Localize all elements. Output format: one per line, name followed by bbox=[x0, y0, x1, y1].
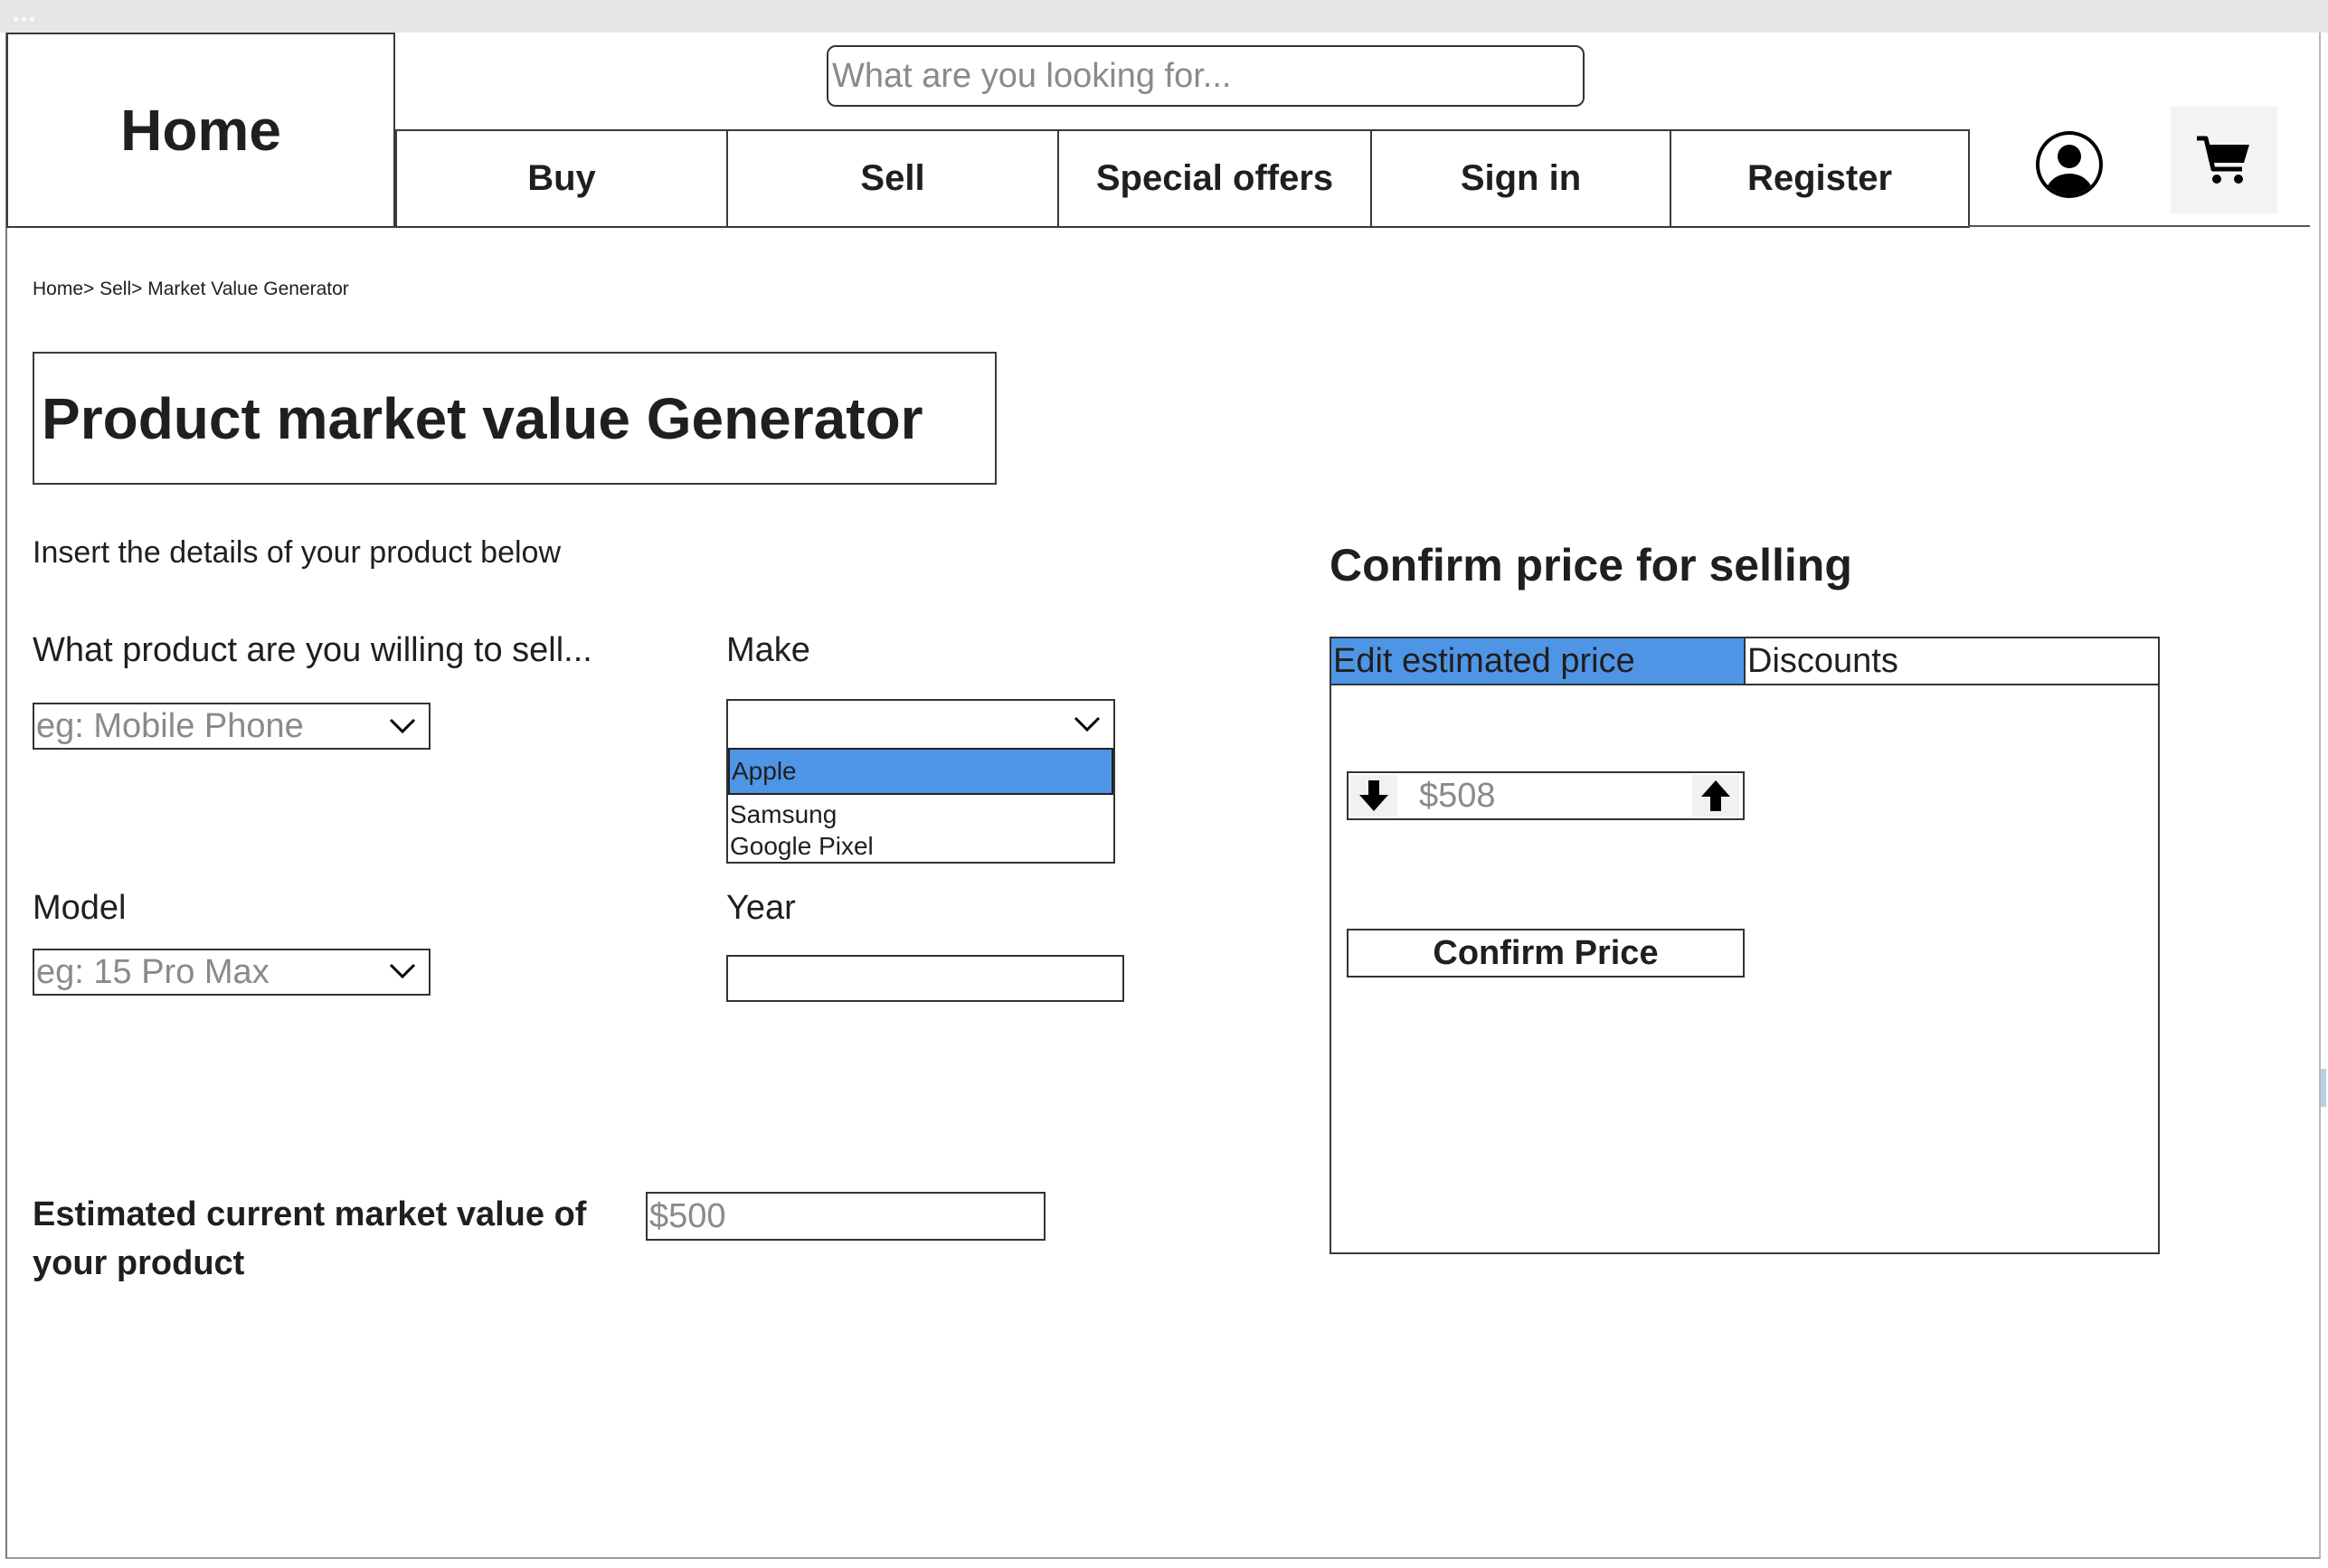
model-select[interactable]: eg: 15 Pro Max bbox=[33, 949, 431, 996]
header-divider bbox=[1968, 225, 2310, 227]
make-dropdown-list: Apple Samsung Google Pixel bbox=[726, 748, 1115, 864]
nav-sign-in[interactable]: Sign in bbox=[1370, 129, 1671, 228]
nav-sell[interactable]: Sell bbox=[726, 129, 1059, 228]
model-placeholder: eg: 15 Pro Max bbox=[36, 952, 270, 991]
chevron-down-icon bbox=[1074, 716, 1101, 732]
price-value: $508 bbox=[1419, 776, 1496, 815]
make-select[interactable] bbox=[726, 699, 1115, 750]
make-option-google-pixel[interactable]: Google Pixel bbox=[728, 829, 1113, 862]
confirm-price-button[interactable]: Confirm Price bbox=[1347, 929, 1745, 978]
home-logo-link[interactable]: Home bbox=[6, 33, 395, 228]
nav-buy[interactable]: Buy bbox=[395, 129, 728, 228]
estimate-field[interactable]: $500 bbox=[646, 1192, 1046, 1241]
product-select[interactable]: eg: Mobile Phone bbox=[33, 703, 431, 750]
search-input[interactable] bbox=[827, 45, 1585, 107]
tab-discounts[interactable]: Discounts bbox=[1744, 637, 2160, 685]
make-label: Make bbox=[726, 631, 810, 669]
intro-text: Insert the details of your product below bbox=[33, 535, 561, 570]
arrow-down-icon bbox=[1359, 780, 1388, 811]
make-option-apple[interactable]: Apple bbox=[728, 748, 1113, 795]
chevron-down-icon bbox=[389, 963, 416, 979]
window-dots: ••• bbox=[13, 10, 38, 30]
nav-register[interactable]: Register bbox=[1670, 129, 1970, 228]
confirm-heading: Confirm price for selling bbox=[1330, 540, 1852, 590]
tab-edit-estimated-price[interactable]: Edit estimated price bbox=[1330, 637, 1746, 685]
product-label: What product are you willing to sell... bbox=[33, 631, 592, 669]
year-label: Year bbox=[726, 889, 796, 927]
make-option-samsung[interactable]: Samsung bbox=[728, 795, 1113, 829]
page-title: Product market value Generator bbox=[33, 352, 997, 485]
estimate-label: Estimated current market value of your p… bbox=[33, 1195, 587, 1282]
tab-divider bbox=[1330, 684, 2160, 685]
window-titlebar bbox=[0, 0, 2328, 33]
scroll-edge-marker bbox=[2321, 1069, 2326, 1107]
product-placeholder: eg: Mobile Phone bbox=[36, 706, 304, 745]
nav-special-offers[interactable]: Special offers bbox=[1057, 129, 1372, 228]
arrow-up-icon bbox=[1701, 780, 1730, 811]
decrease-price-button[interactable] bbox=[1350, 775, 1397, 817]
price-stepper[interactable]: $508 bbox=[1347, 771, 1745, 820]
year-input[interactable] bbox=[726, 955, 1124, 1002]
chevron-down-icon bbox=[389, 718, 416, 734]
breadcrumb: Home> Sell> Market Value Generator bbox=[33, 279, 349, 299]
user-circle-icon[interactable] bbox=[2033, 128, 2106, 201]
model-label: Model bbox=[33, 889, 127, 927]
increase-price-button[interactable] bbox=[1692, 775, 1739, 817]
shopping-cart-icon[interactable] bbox=[2171, 107, 2277, 213]
